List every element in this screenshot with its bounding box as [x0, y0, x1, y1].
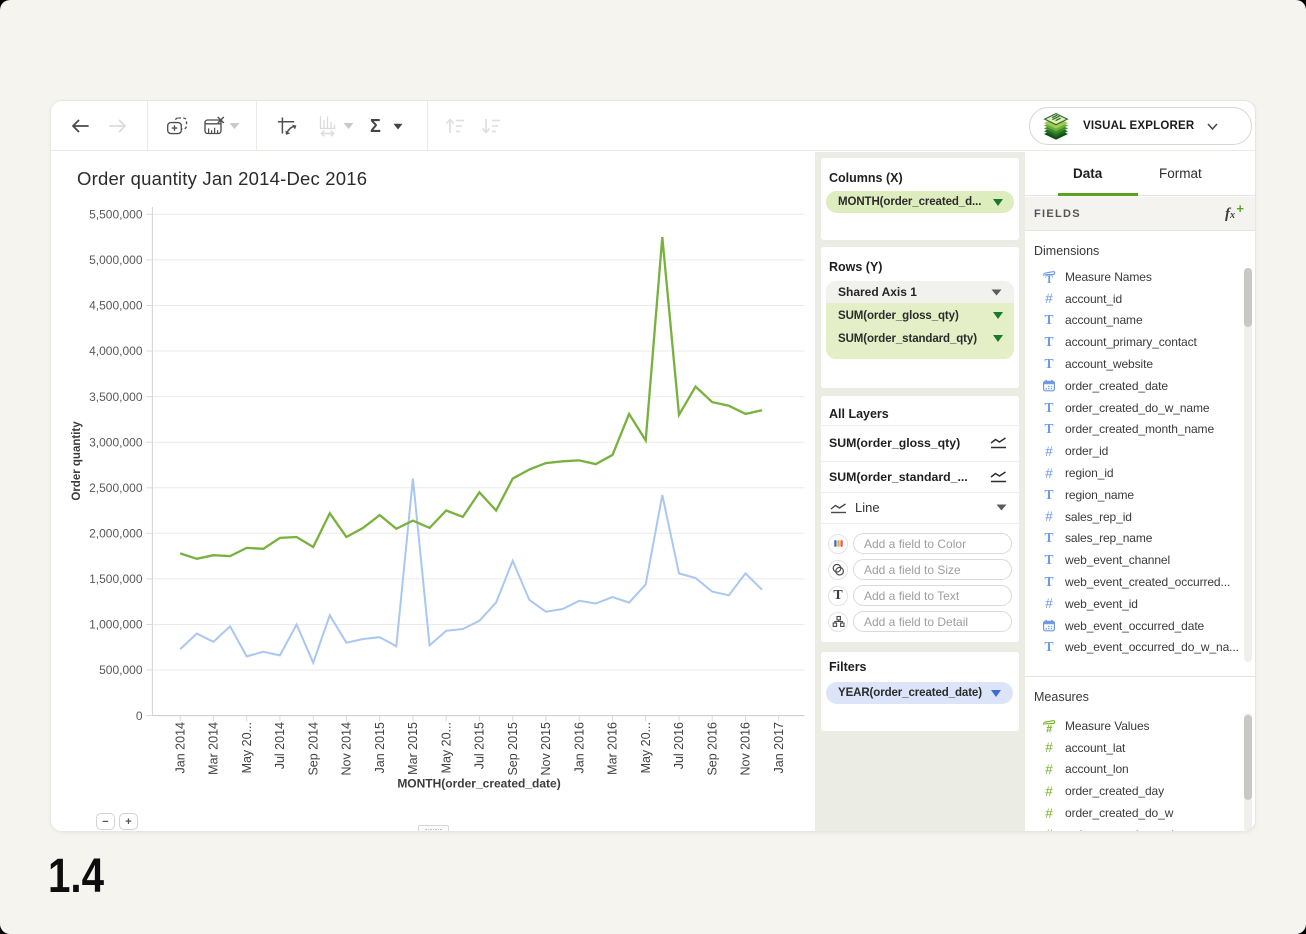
svg-text:Mar 2015: Mar 2015: [406, 722, 420, 775]
svg-text:1,500,000: 1,500,000: [89, 572, 143, 586]
svg-text:Jan 2017: Jan 2017: [772, 722, 786, 773]
svg-text:4,000,000: 4,000,000: [89, 344, 143, 358]
svg-text:3,000,000: 3,000,000: [89, 435, 143, 449]
svg-text:Jul 2016: Jul 2016: [672, 722, 686, 769]
svg-text:2,000,000: 2,000,000: [89, 527, 143, 541]
svg-text:Nov 2014: Nov 2014: [340, 722, 354, 776]
svg-text:Jul 2015: Jul 2015: [473, 722, 487, 769]
svg-text:0: 0: [136, 709, 143, 723]
svg-text:Sep 2014: Sep 2014: [306, 722, 320, 776]
svg-text:Sep 2016: Sep 2016: [705, 722, 719, 776]
svg-text:1,000,000: 1,000,000: [89, 618, 143, 632]
svg-text:Jan 2016: Jan 2016: [572, 722, 586, 773]
svg-text:Sep 2015: Sep 2015: [506, 722, 520, 776]
svg-text:2,500,000: 2,500,000: [89, 481, 143, 495]
svg-text:May 20...: May 20...: [240, 722, 254, 773]
svg-text:Order quantity: Order quantity: [71, 421, 83, 501]
svg-text:Mar 2016: Mar 2016: [606, 722, 620, 775]
svg-text:MONTH(order_created_date): MONTH(order_created_date): [397, 777, 560, 791]
svg-text:500,000: 500,000: [99, 663, 143, 677]
svg-text:Mar 2014: Mar 2014: [207, 722, 221, 775]
svg-text:Jul 2014: Jul 2014: [273, 722, 287, 769]
svg-text:May 20...: May 20...: [439, 722, 453, 773]
svg-text:T: T: [1045, 274, 1053, 284]
svg-text:May 20...: May 20...: [639, 722, 653, 773]
svg-text:Nov 2016: Nov 2016: [739, 722, 753, 776]
svg-text:3,500,000: 3,500,000: [89, 390, 143, 404]
svg-text:5,000,000: 5,000,000: [89, 253, 143, 267]
svg-text:Jan 2014: Jan 2014: [173, 722, 187, 773]
svg-text:4,500,000: 4,500,000: [89, 299, 143, 313]
svg-text:Nov 2015: Nov 2015: [539, 722, 553, 776]
svg-text:#: #: [1046, 723, 1052, 733]
svg-text:5,500,000: 5,500,000: [89, 208, 143, 222]
svg-text:Jan 2015: Jan 2015: [373, 722, 387, 773]
